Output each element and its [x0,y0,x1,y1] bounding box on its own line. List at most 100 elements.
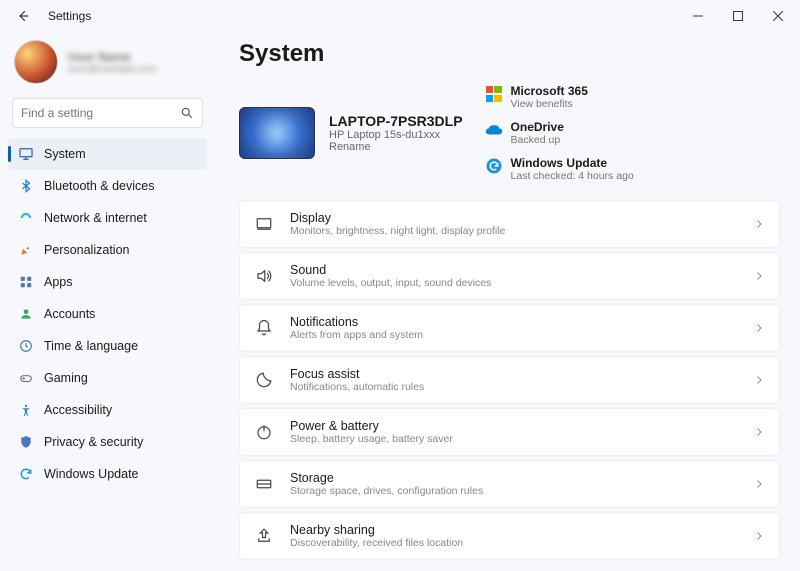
services-block: Microsoft 365View benefits OneDriveBacke… [485,84,780,182]
chevron-right-icon [753,374,765,386]
service-microsoft365[interactable]: Microsoft 365View benefits [485,84,625,110]
sidebar-item-label: Time & language [44,339,138,353]
close-icon [773,11,783,21]
sidebar-item-label: System [44,147,86,161]
card-nearby-sharing[interactable]: Nearby sharingDiscoverability, received … [239,512,780,560]
time-icon [18,338,34,354]
accessibility-icon [18,402,34,418]
device-rename-link[interactable]: Rename [329,141,463,153]
card-sub: Alerts from apps and system [290,329,737,341]
sidebar-item-accessibility[interactable]: Accessibility [8,394,207,426]
service-onedrive[interactable]: OneDriveBacked up [485,120,625,146]
personalization-icon [18,242,34,258]
device-thumbnail [239,107,315,159]
card-display[interactable]: DisplayMonitors, brightness, night light… [239,200,780,248]
minimize-button[interactable] [678,2,718,30]
sidebar-item-accounts[interactable]: Accounts [8,298,207,330]
search-box[interactable] [12,98,203,128]
card-title: Storage [290,471,737,485]
system-icon [18,146,34,162]
service-sub: View benefits [511,98,588,110]
sidebar-item-label: Windows Update [44,467,139,481]
service-title: OneDrive [511,120,564,134]
sidebar-item-personalization[interactable]: Personalization [8,234,207,266]
card-sub: Storage space, drives, configuration rul… [290,485,737,497]
accounts-icon [18,306,34,322]
sidebar-item-label: Personalization [44,243,129,257]
card-sub: Volume levels, output, input, sound devi… [290,277,737,289]
device-block[interactable]: LAPTOP-7PSR3DLP HP Laptop 15s-du1xxx Ren… [239,84,463,182]
card-sub: Discoverability, received files location [290,537,737,549]
update-icon [18,466,34,482]
account-block[interactable]: User Name user@example.com [8,36,207,96]
card-storage[interactable]: StorageStorage space, drives, configurat… [239,460,780,508]
sidebar-item-system[interactable]: System [8,138,207,170]
service-title: Windows Update [511,156,634,170]
sound-icon [254,266,274,286]
card-sub: Monitors, brightness, night light, displ… [290,225,737,237]
onedrive-icon [485,121,503,139]
power-icon [254,422,274,442]
service-windows-update[interactable]: Windows UpdateLast checked: 4 hours ago [485,156,685,182]
card-title: Power & battery [290,419,737,433]
card-title: Display [290,211,737,225]
sidebar-item-apps[interactable]: Apps [8,266,207,298]
service-sub: Last checked: 4 hours ago [511,170,634,182]
focus-icon [254,370,274,390]
sidebar-item-network[interactable]: Network & internet [8,202,207,234]
microsoft-logo-icon [485,85,503,103]
sidebar-item-label: Network & internet [44,211,147,225]
search-input[interactable] [21,106,180,120]
settings-cards: DisplayMonitors, brightness, night light… [239,200,780,560]
nav-list: System Bluetooth & devices Network & int… [8,138,207,490]
card-power[interactable]: Power & batterySleep, battery usage, bat… [239,408,780,456]
chevron-right-icon [753,530,765,542]
sidebar-item-update[interactable]: Windows Update [8,458,207,490]
sidebar: User Name user@example.com System Blueto… [0,32,215,571]
window-title: Settings [48,9,91,23]
chevron-right-icon [753,218,765,230]
card-focus-assist[interactable]: Focus assistNotifications, automatic rul… [239,356,780,404]
back-arrow-icon [16,9,30,23]
device-name: LAPTOP-7PSR3DLP [329,113,463,129]
card-title: Nearby sharing [290,523,737,537]
sidebar-item-label: Accessibility [44,403,112,417]
device-model: HP Laptop 15s-du1xxx [329,129,463,141]
gaming-icon [18,370,34,386]
sidebar-item-bluetooth[interactable]: Bluetooth & devices [8,170,207,202]
network-icon [18,210,34,226]
account-email: user@example.com [68,64,157,75]
page-title: System [239,40,780,68]
main-content: System LAPTOP-7PSR3DLP HP Laptop 15s-du1… [215,32,800,571]
chevron-right-icon [753,322,765,334]
card-sound[interactable]: SoundVolume levels, output, input, sound… [239,252,780,300]
sidebar-item-label: Bluetooth & devices [44,179,155,193]
card-title: Focus assist [290,367,737,381]
maximize-icon [733,11,743,21]
minimize-icon [693,11,703,21]
sidebar-item-time[interactable]: Time & language [8,330,207,362]
sidebar-item-privacy[interactable]: Privacy & security [8,426,207,458]
avatar [14,40,58,84]
card-notifications[interactable]: NotificationsAlerts from apps and system [239,304,780,352]
sidebar-item-label: Apps [44,275,73,289]
storage-icon [254,474,274,494]
sidebar-item-gaming[interactable]: Gaming [8,362,207,394]
sidebar-item-label: Accounts [44,307,95,321]
display-icon [254,214,274,234]
apps-icon [18,274,34,290]
maximize-button[interactable] [718,2,758,30]
close-button[interactable] [758,2,798,30]
sidebar-item-label: Gaming [44,371,88,385]
update-status-icon [485,157,503,175]
card-title: Sound [290,263,737,277]
chevron-right-icon [753,478,765,490]
sidebar-item-label: Privacy & security [44,435,143,449]
share-icon [254,526,274,546]
search-icon [180,106,194,120]
system-header-row: LAPTOP-7PSR3DLP HP Laptop 15s-du1xxx Ren… [239,84,780,182]
account-name: User Name [68,50,157,64]
back-button[interactable] [10,3,36,29]
card-sub: Sleep, battery usage, battery saver [290,433,737,445]
card-title: Notifications [290,315,737,329]
